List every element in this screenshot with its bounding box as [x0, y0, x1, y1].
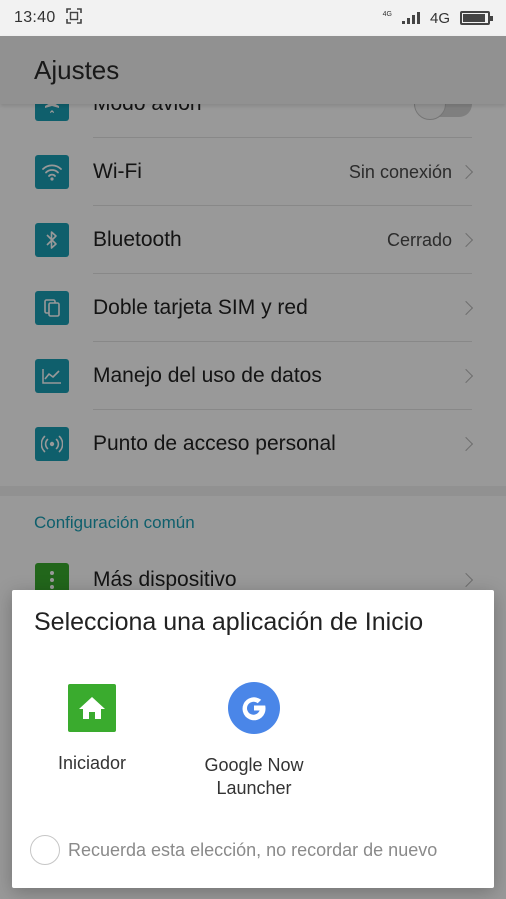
- status-time: 13:40: [14, 9, 56, 26]
- app-choice-google-now-launcher[interactable]: Google Now Launcher: [184, 682, 324, 802]
- screenshot-icon: [65, 8, 82, 28]
- home-launcher-icon: [68, 684, 116, 732]
- signal-icon: [401, 12, 420, 24]
- remember-choice-label: Recuerda esta elección, no recordar de n…: [68, 839, 438, 860]
- google-icon: [228, 682, 280, 734]
- status-bar: 13:40 4G 4G: [0, 0, 506, 36]
- home-app-chooser-dialog: Selecciona una aplicación de Inicio Inic…: [12, 590, 494, 888]
- app-choice-name: Google Now Launcher: [204, 755, 304, 798]
- network-label: 4G: [429, 9, 450, 27]
- app-choice-name: Iniciador: [57, 753, 127, 773]
- battery-icon: [460, 11, 493, 25]
- remember-choice-radio[interactable]: [30, 835, 60, 865]
- app-choice-iniciador[interactable]: Iniciador: [22, 684, 162, 802]
- network-small-label: 4G: [382, 10, 392, 18]
- dialog-title: Selecciona una aplicación de Inicio: [34, 608, 424, 636]
- remember-choice-option[interactable]: Recuerda esta elección, no recordar de n…: [30, 834, 437, 866]
- battery-fill: [463, 14, 485, 22]
